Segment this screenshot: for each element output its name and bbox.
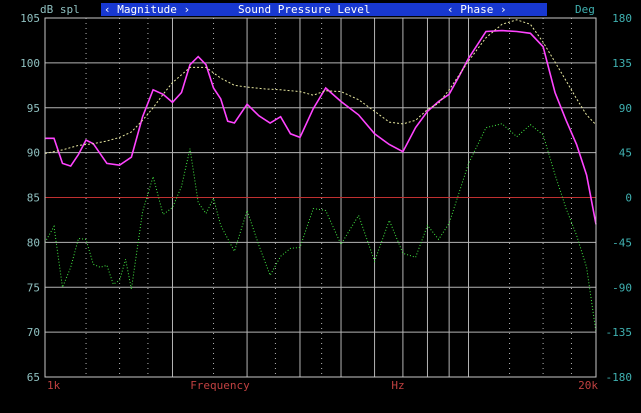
- left-tick-label: 95: [27, 102, 40, 115]
- right-tick-label: 135: [612, 57, 632, 70]
- right-tick-label: 90: [619, 102, 632, 115]
- right-tick-label: 180: [612, 12, 632, 25]
- chart-title: Sound Pressure Level: [238, 3, 370, 16]
- spl-chart: dB spl ‹ Magnitude › Sound Pressure Leve…: [20, 3, 632, 392]
- magnitude-tab[interactable]: ‹ Magnitude ›: [104, 3, 190, 16]
- spl-analyzer-window: dB spl ‹ Magnitude › Sound Pressure Leve…: [0, 0, 641, 413]
- magnitude-smoothed-line: [44, 19, 597, 154]
- left-unit-label: dB spl: [40, 3, 80, 16]
- left-tick-label: 90: [27, 147, 40, 160]
- chart-grid: [45, 17, 596, 378]
- right-tick-label: 45: [619, 147, 632, 160]
- left-tick-label: 85: [27, 192, 40, 205]
- left-tick-label: 105: [20, 12, 40, 25]
- left-tick-label: 75: [27, 281, 40, 294]
- x-tick-label: Hz: [391, 379, 404, 392]
- right-unit-label: Deg: [575, 3, 595, 16]
- magnitude-line: [45, 29, 597, 225]
- x-tick-label: 1k: [47, 379, 61, 392]
- phase-tab[interactable]: ‹ Phase ›: [447, 3, 507, 16]
- x-tick-label: 20k: [578, 379, 598, 392]
- left-tick-label: 70: [27, 326, 40, 339]
- axis-labels: 105 100 95 90 85 80 75 70 65 180 135 90 45 0 -45 -90 -13…: [20, 12, 632, 392]
- right-tick-label: -135: [606, 326, 633, 339]
- right-tick-label: -90: [612, 281, 632, 294]
- left-tick-label: 80: [27, 236, 40, 249]
- chart-series: [44, 19, 597, 333]
- x-tick-label: Frequency: [190, 379, 250, 392]
- phase-line: [44, 123, 597, 333]
- right-tick-label: -45: [612, 236, 632, 249]
- left-tick-label: 65: [27, 371, 40, 384]
- right-tick-label: 0: [625, 192, 632, 205]
- left-tick-label: 100: [20, 57, 40, 70]
- right-tick-label: -180: [606, 371, 633, 384]
